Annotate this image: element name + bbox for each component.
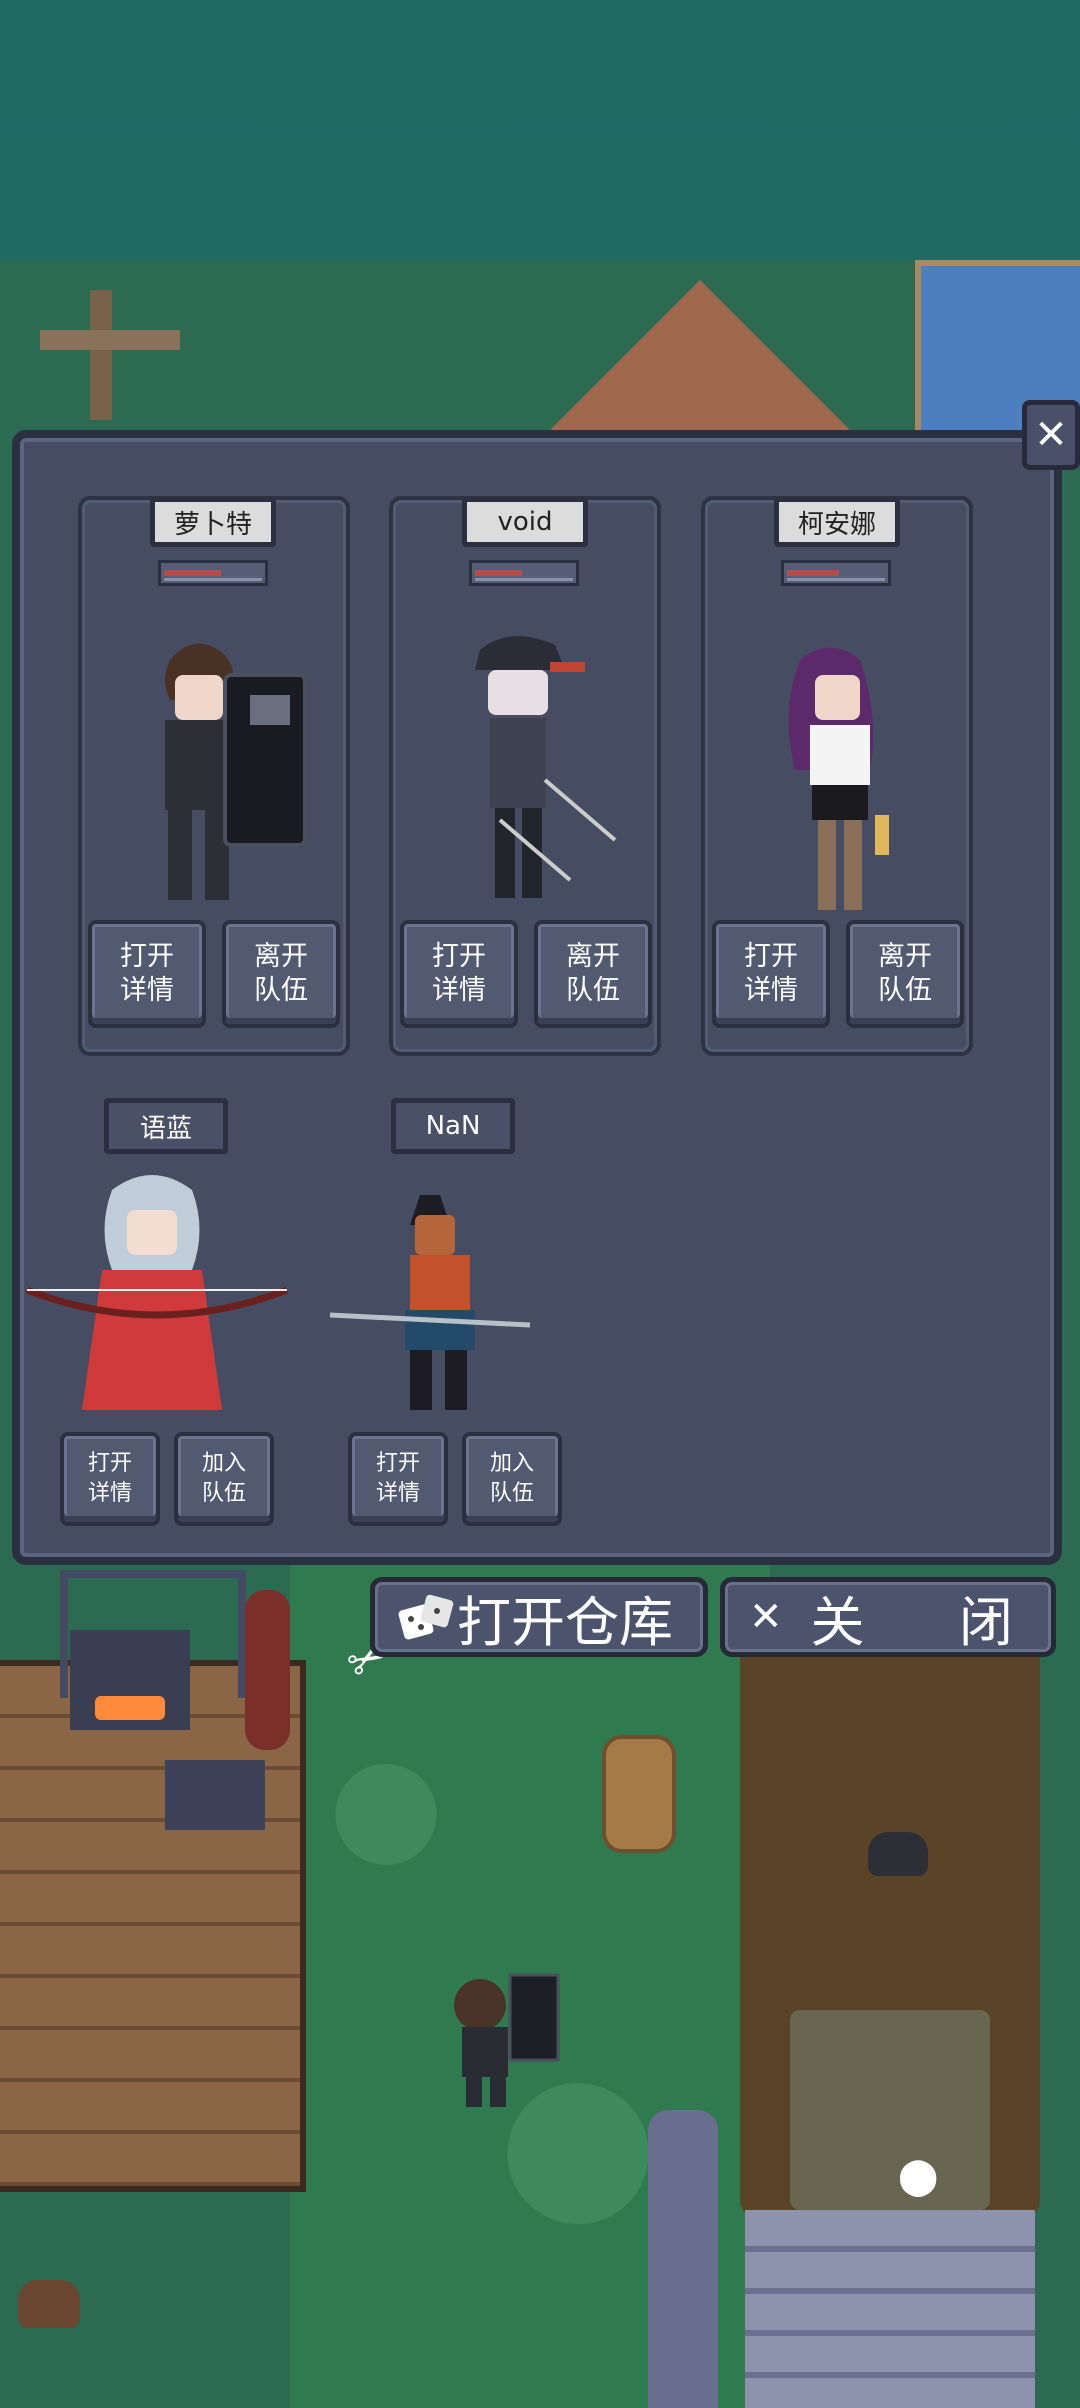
hp-fill — [475, 570, 522, 576]
button-label: 打开 — [120, 941, 174, 972]
reserve-name: NaN — [391, 1098, 515, 1154]
button-label: 打开 — [432, 941, 486, 972]
member-hp-bar — [158, 560, 268, 586]
open-details-button[interactable]: 打开 详情 — [348, 1432, 448, 1526]
member-hp-bar — [781, 560, 891, 586]
brown-cat[interactable] — [18, 2280, 80, 2328]
open-warehouse-button[interactable]: 打开仓库 — [370, 1577, 708, 1657]
button-label: 队伍 — [254, 975, 308, 1006]
button-label: 离开 — [254, 941, 308, 972]
button-label: 详情 — [375, 1481, 420, 1506]
black-cat[interactable] — [868, 1832, 928, 1876]
hp-line — [164, 578, 262, 581]
hp-line — [475, 578, 573, 581]
open-details-button[interactable]: 打开 详情 — [60, 1432, 160, 1526]
leave-party-button[interactable]: 离开 队伍 — [846, 920, 964, 1028]
open-details-button[interactable]: 打开 详情 — [400, 920, 518, 1028]
join-party-button[interactable]: 加入 队伍 — [174, 1432, 274, 1526]
dice-icon — [398, 1594, 454, 1640]
button-label: 打开 — [87, 1451, 132, 1476]
member-name: 柯安娜 — [774, 497, 900, 547]
gas-tank — [245, 1590, 290, 1750]
button-label: 加入 — [201, 1451, 246, 1476]
button-label: 队伍 — [201, 1481, 246, 1506]
wooden-post — [90, 290, 112, 420]
map-pin-icon[interactable]: ⬤ — [898, 2156, 938, 2197]
open-details-button[interactable]: 打开 详情 — [712, 920, 830, 1028]
member-name: void — [462, 497, 588, 547]
member-portrait[interactable] — [770, 640, 920, 920]
button-label: 详情 — [744, 975, 798, 1006]
hp-line — [787, 578, 885, 581]
forge-fire — [95, 1696, 165, 1720]
button-label: 打开 — [375, 1451, 420, 1476]
warehouse-label: 打开仓库 — [457, 1590, 673, 1654]
button-label: 队伍 — [566, 975, 620, 1006]
panel-close-button[interactable]: ✕ — [1022, 400, 1080, 470]
hp-fill — [787, 570, 839, 576]
join-party-button[interactable]: 加入 队伍 — [462, 1432, 562, 1526]
stone-pillar — [648, 2110, 718, 2408]
hp-fill — [164, 570, 222, 576]
close-label: 关 闭 — [810, 1590, 1033, 1654]
member-name: 萝卜特 — [150, 497, 276, 547]
stone-patch — [790, 2010, 990, 2210]
member-hp-bar — [469, 560, 579, 586]
leave-party-button[interactable]: 离开 队伍 — [222, 920, 340, 1028]
player-character-sprite[interactable] — [440, 1965, 580, 2110]
button-label: 离开 — [878, 941, 932, 972]
reserve-portrait[interactable] — [22, 1170, 292, 1420]
button-label: 加入 — [489, 1451, 534, 1476]
stone-stairs — [745, 2210, 1035, 2408]
member-portrait[interactable] — [450, 630, 630, 920]
close-icon: ✕ — [1034, 412, 1068, 458]
member-portrait[interactable] — [110, 630, 320, 920]
reserve-name: 语蓝 — [104, 1098, 228, 1154]
wooden-crossbar — [40, 330, 180, 350]
reserve-portrait[interactable] — [325, 1190, 535, 1420]
button-label: 离开 — [566, 941, 620, 972]
button-label: 详情 — [120, 975, 174, 1006]
button-label: 打开 — [744, 941, 798, 972]
barrel[interactable] — [602, 1735, 676, 1853]
leave-party-button[interactable]: 离开 队伍 — [534, 920, 652, 1028]
button-label: 详情 — [87, 1481, 132, 1506]
anvil[interactable] — [165, 1760, 265, 1830]
button-label: 队伍 — [878, 975, 932, 1006]
open-details-button[interactable]: 打开 详情 — [88, 920, 206, 1028]
close-button[interactable]: ✕ 关 闭 — [720, 1577, 1056, 1657]
close-icon: ✕ — [749, 1594, 783, 1640]
button-label: 详情 — [432, 975, 486, 1006]
button-label: 队伍 — [489, 1481, 534, 1506]
